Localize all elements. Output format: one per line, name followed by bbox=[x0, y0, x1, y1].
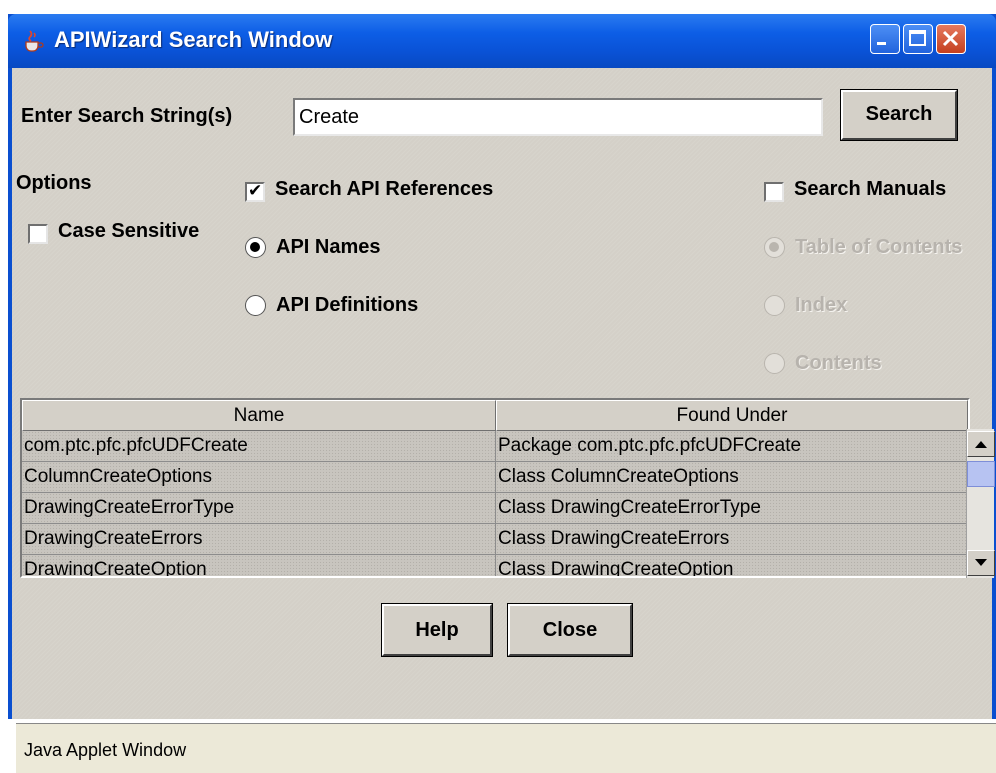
cell-found-under: Class DrawingCreateErrorType bbox=[496, 493, 968, 524]
search-api-references-checkbox[interactable] bbox=[245, 181, 265, 202]
results-table: Name Found Under com.ptc.pfc.pfcUDFCreat… bbox=[20, 398, 970, 578]
cell-name: ColumnCreateOptions bbox=[22, 462, 496, 493]
scroll-up-button[interactable] bbox=[967, 431, 995, 457]
search-manuals-label: Search Manuals bbox=[794, 178, 947, 200]
results-scrollbar[interactable] bbox=[966, 429, 995, 578]
close-window-button[interactable] bbox=[936, 24, 966, 54]
options-heading: Options bbox=[16, 172, 92, 194]
status-text: Java Applet Window bbox=[24, 740, 187, 760]
title-bar[interactable]: APIWizard Search Window bbox=[8, 14, 996, 68]
search-label: Enter Search String(s) bbox=[21, 105, 233, 127]
contents-radio bbox=[764, 353, 785, 374]
search-manuals-checkbox[interactable] bbox=[764, 182, 784, 202]
scroll-thumb[interactable] bbox=[967, 461, 995, 487]
window-title: APIWizard Search Window bbox=[54, 27, 333, 52]
scroll-down-button[interactable] bbox=[967, 550, 995, 576]
api-names-radio[interactable] bbox=[245, 237, 266, 258]
index-radio bbox=[764, 295, 785, 316]
minimize-button[interactable] bbox=[870, 24, 900, 54]
table-header: Name Found Under bbox=[22, 400, 968, 431]
java-cup-icon bbox=[25, 30, 44, 52]
api-names-label: API Names bbox=[276, 236, 381, 258]
table-row[interactable]: DrawingCreateErrorType Class DrawingCrea… bbox=[22, 493, 968, 524]
close-icon bbox=[942, 30, 959, 47]
arrow-up-icon bbox=[975, 441, 987, 448]
status-bar: Java Applet Window bbox=[16, 723, 996, 773]
search-input[interactable] bbox=[293, 98, 823, 136]
cell-found-under: Package com.ptc.pfc.pfcUDFCreate bbox=[496, 431, 968, 462]
api-definitions-label: API Definitions bbox=[276, 294, 419, 316]
case-sensitive-label: Case Sensitive bbox=[58, 220, 200, 242]
applet-content: Enter Search String(s) Search Options Ca… bbox=[12, 68, 996, 773]
table-body: com.ptc.pfc.pfcUDFCreate Package com.ptc… bbox=[22, 431, 968, 576]
cell-found-under: Class DrawingCreateOption bbox=[496, 555, 968, 576]
table-row[interactable]: DrawingCreateOption Class DrawingCreateO… bbox=[22, 555, 968, 576]
maximize-icon bbox=[909, 30, 926, 46]
arrow-down-icon bbox=[975, 559, 987, 566]
cell-name: DrawingCreateErrors bbox=[22, 524, 496, 555]
column-header-found-under[interactable]: Found Under bbox=[496, 400, 968, 431]
close-button[interactable]: Close bbox=[507, 603, 633, 657]
cell-name: com.ptc.pfc.pfcUDFCreate bbox=[22, 431, 496, 462]
table-of-contents-label: Table of Contents bbox=[795, 236, 963, 258]
column-header-name[interactable]: Name bbox=[22, 400, 496, 431]
search-api-references-label: Search API References bbox=[275, 178, 494, 200]
cell-found-under: Class DrawingCreateErrors bbox=[496, 524, 968, 555]
help-button[interactable]: Help bbox=[381, 603, 493, 657]
table-row[interactable]: DrawingCreateErrors Class DrawingCreateE… bbox=[22, 524, 968, 555]
cell-name: DrawingCreateErrorType bbox=[22, 493, 496, 524]
cell-name: DrawingCreateOption bbox=[22, 555, 496, 576]
table-of-contents-radio bbox=[764, 237, 785, 258]
case-sensitive-checkbox[interactable] bbox=[28, 224, 48, 244]
table-row[interactable]: com.ptc.pfc.pfcUDFCreate Package com.ptc… bbox=[22, 431, 968, 462]
applet-window: APIWizard Search Window Enter Search Str… bbox=[8, 14, 996, 773]
index-label: Index bbox=[795, 294, 848, 316]
cell-found-under: Class ColumnCreateOptions bbox=[496, 462, 968, 493]
table-row[interactable]: ColumnCreateOptions Class ColumnCreateOp… bbox=[22, 462, 968, 493]
api-definitions-radio[interactable] bbox=[245, 295, 266, 316]
minimize-icon bbox=[877, 42, 886, 45]
search-button[interactable]: Search bbox=[840, 89, 958, 141]
maximize-button[interactable] bbox=[903, 24, 933, 54]
contents-label: Contents bbox=[795, 352, 882, 374]
